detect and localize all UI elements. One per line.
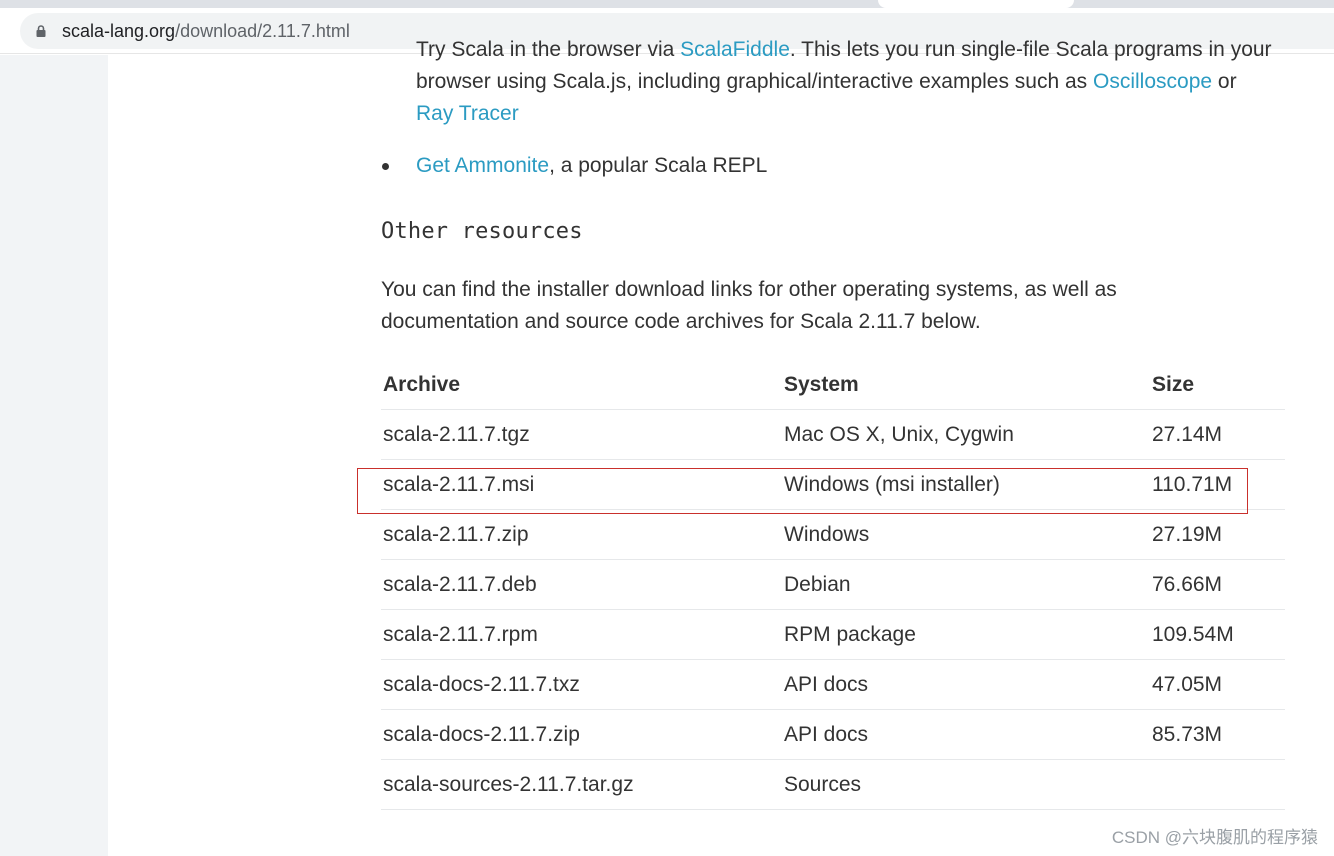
table-row: scala-docs-2.11.7.zip API docs 85.73M xyxy=(381,710,1285,760)
url-path: /download/2.11.7.html xyxy=(175,21,350,41)
archive-link[interactable]: scala-2.11.7.deb xyxy=(383,560,537,610)
system-cell: RPM package xyxy=(784,623,916,646)
scalafiddle-line-2: browser using Scala.js, including graphi… xyxy=(416,66,1237,98)
ammonite-text: , a popular Scala REPL xyxy=(549,154,768,177)
oscilloscope-link[interactable]: Oscilloscope xyxy=(1093,70,1212,93)
size-cell: 27.19M xyxy=(1152,523,1223,546)
archive-link[interactable]: scala-sources-2.11.7.tar.gz xyxy=(383,760,634,810)
other-resources-heading: Other resources xyxy=(381,219,583,244)
highlight-annotation-box xyxy=(357,468,1248,514)
table-row: scala-2.11.7.deb Debian 76.66M xyxy=(381,560,1285,610)
system-cell: Windows xyxy=(784,523,870,546)
system-cell: Sources xyxy=(784,773,862,796)
header-archive: Archive xyxy=(383,373,461,396)
active-tab-edge[interactable] xyxy=(878,0,1074,8)
system-cell: Debian xyxy=(784,573,851,596)
table-row: scala-2.11.7.rpm RPM package 109.54M xyxy=(381,610,1285,660)
archive-link[interactable]: scala-2.11.7.tgz xyxy=(383,410,530,460)
scalafiddle-text-after: . This lets you run single-file Scala pr… xyxy=(789,38,1272,61)
url-text[interactable]: scala-lang.org/download/2.11.7.html xyxy=(62,21,350,42)
intro-line-1: You can find the installer download link… xyxy=(381,278,1117,301)
page-sidebar xyxy=(0,55,108,856)
archive-link[interactable]: scala-docs-2.11.7.zip xyxy=(383,710,580,760)
scalafiddle-text-before: Try Scala in the browser via xyxy=(416,38,681,61)
scalafiddle-line2-text: browser using Scala.js, including graphi… xyxy=(416,70,1094,93)
ammonite-item: Get Ammonite, a popular Scala REPL xyxy=(416,150,767,182)
scalafiddle-line-1: Try Scala in the browser via ScalaFiddle… xyxy=(416,34,1272,66)
ray-tracer-link[interactable]: Ray Tracer xyxy=(416,102,519,125)
table-header-row: Archive System Size xyxy=(381,360,1285,410)
size-cell: 109.54M xyxy=(1152,623,1234,646)
system-cell: API docs xyxy=(784,723,869,746)
table-row: scala-2.11.7.zip Windows 27.19M xyxy=(381,510,1285,560)
scalafiddle-line-3: Ray Tracer xyxy=(416,98,519,130)
archive-link[interactable]: scala-2.11.7.rpm xyxy=(383,610,538,660)
browser-tab-strip xyxy=(0,0,1334,8)
size-cell: 47.05M xyxy=(1152,673,1223,696)
system-cell: Mac OS X, Unix, Cygwin xyxy=(784,423,1014,446)
archive-link[interactable]: scala-2.11.7.zip xyxy=(383,510,529,560)
table-row: scala-2.11.7.tgz Mac OS X, Unix, Cygwin … xyxy=(381,410,1285,460)
table-row: scala-docs-2.11.7.txz API docs 47.05M xyxy=(381,660,1285,710)
size-cell: 27.14M xyxy=(1152,423,1223,446)
table-row: scala-sources-2.11.7.tar.gz Sources xyxy=(381,760,1285,810)
size-cell: 85.73M xyxy=(1152,723,1223,746)
csdn-watermark: CSDN @六块腹肌的程序猿 xyxy=(1111,828,1318,847)
bullet-dot xyxy=(382,163,389,170)
get-ammonite-link[interactable]: Get Ammonite xyxy=(416,154,549,177)
scalafiddle-line2-after: or xyxy=(1212,70,1237,93)
header-size: Size xyxy=(1152,373,1195,396)
scalafiddle-link[interactable]: ScalaFiddle xyxy=(680,38,790,61)
size-cell: 76.66M xyxy=(1152,573,1223,596)
intro-line-2: documentation and source code archives f… xyxy=(381,310,981,333)
system-cell: API docs xyxy=(784,673,869,696)
header-system: System xyxy=(784,373,859,396)
archive-link[interactable]: scala-docs-2.11.7.txz xyxy=(383,660,580,710)
lock-icon[interactable] xyxy=(36,25,46,37)
url-host: scala-lang.org xyxy=(62,21,176,41)
archive-table: Archive System Size scala-2.11.7.tgz Mac… xyxy=(381,360,1285,810)
